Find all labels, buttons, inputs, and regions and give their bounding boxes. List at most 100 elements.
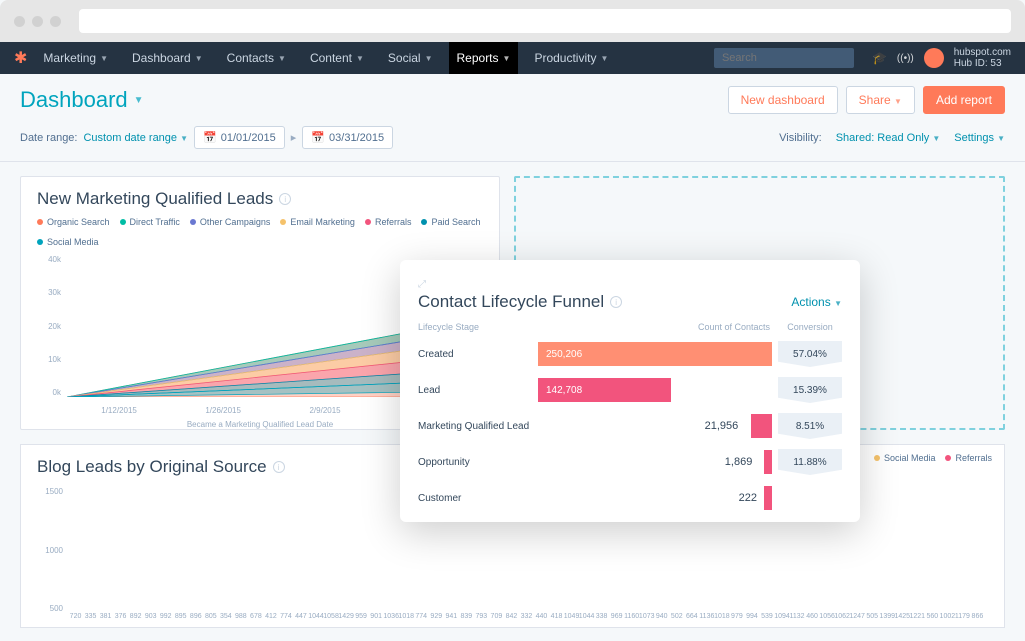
bar-value-label: 1132 xyxy=(789,613,804,620)
legend-dot-icon xyxy=(365,219,371,225)
bar-value-label: 988 xyxy=(235,613,247,620)
chevron-down-icon: ▼ xyxy=(600,54,608,63)
nav-item-productivity[interactable]: Productivity ▼ xyxy=(526,42,616,74)
bar-value-label: 1018 xyxy=(398,613,414,620)
account-switcher[interactable]: hubspot.com Hub ID: 53 xyxy=(954,47,1011,69)
y-tick: 1500 xyxy=(37,487,63,496)
url-bar[interactable] xyxy=(79,9,1011,33)
traffic-lights xyxy=(14,16,61,27)
y-tick: 30k xyxy=(37,288,61,297)
date-range-label: Date range: xyxy=(20,132,77,144)
y-axis: 40k30k20k10k0k xyxy=(37,255,61,397)
avatar[interactable] xyxy=(924,48,944,68)
page-title-dropdown[interactable]: Dashboard ▼ xyxy=(20,87,144,113)
share-button[interactable]: Share ▼ xyxy=(846,86,915,114)
legend-item[interactable]: Social Media xyxy=(874,453,936,463)
chevron-down-icon: ▼ xyxy=(503,54,511,63)
bar-value-label: 929 xyxy=(430,613,442,620)
legend-item[interactable]: Paid Search xyxy=(421,217,480,227)
bar-value-label: 940 xyxy=(656,613,668,620)
close-icon[interactable] xyxy=(14,16,25,27)
bar-value-label: 1062 xyxy=(834,613,850,620)
funnel-card[interactable]: ⤢ Contact Lifecycle Funnel i Actions ▼ L… xyxy=(400,260,860,522)
funnel-bar xyxy=(764,450,772,474)
nav-item-contacts[interactable]: Contacts ▼ xyxy=(219,42,294,74)
legend-item[interactable]: Organic Search xyxy=(37,217,110,227)
bar-value-label: 1136 xyxy=(699,613,714,620)
new-dashboard-button[interactable]: New dashboard xyxy=(728,86,838,114)
bar-value-label: 1179 xyxy=(955,613,970,620)
bar-value-label: 1002 xyxy=(940,613,956,620)
browser-chrome xyxy=(0,0,1025,42)
nav-item-content[interactable]: Content ▼ xyxy=(302,42,372,74)
calendar-icon: 📅 xyxy=(203,131,217,144)
filter-bar: Date range: Custom date range ▼ 📅 01/01/… xyxy=(0,122,1025,162)
funnel-bar-zone: 222 xyxy=(538,486,772,510)
date-to-value: 03/31/2015 xyxy=(329,132,384,144)
funnel-stage-label: Lead xyxy=(418,385,538,396)
account-name: hubspot.com xyxy=(954,47,1011,58)
bar-value-label: 892 xyxy=(130,613,142,620)
legend-item[interactable]: Social Media xyxy=(37,237,99,247)
bar-value-label: 354 xyxy=(220,613,232,620)
account-sub: Hub ID: 53 xyxy=(954,58,1011,69)
legend-dot-icon xyxy=(421,219,427,225)
funnel-stage-label: Marketing Qualified Lead xyxy=(418,421,538,432)
info-icon[interactable]: i xyxy=(279,193,291,205)
conversion-badge: 57.04% xyxy=(778,341,842,367)
legend-item[interactable]: Referrals xyxy=(945,453,992,463)
nav-brand-section[interactable]: Marketing ▼ xyxy=(35,42,116,74)
funnel-stage-label: Opportunity xyxy=(418,457,538,468)
funnel-row: Opportunity1,86911.88% xyxy=(418,444,842,480)
x-tick: 1/12/2015 xyxy=(101,406,137,415)
funnel-bar-zone: 250,206 xyxy=(538,342,772,366)
col-conv-header: Conversion xyxy=(778,322,842,332)
nav-brand-label: Marketing xyxy=(43,51,96,65)
legend-item[interactable]: Other Campaigns xyxy=(190,217,271,227)
info-icon[interactable]: i xyxy=(610,296,622,308)
academy-icon[interactable]: 🎓 xyxy=(872,51,887,65)
chevron-down-icon: ▼ xyxy=(134,95,144,106)
y-tick: 40k xyxy=(37,255,61,264)
bar-value-label: 460 xyxy=(806,613,818,620)
drag-handle-icon[interactable]: ⤢ xyxy=(418,279,426,290)
col-stage-header: Lifecycle Stage xyxy=(418,322,538,332)
visibility-dropdown[interactable]: Shared: Read Only ▼ xyxy=(836,132,941,144)
chevron-down-icon: ▼ xyxy=(278,54,286,63)
funnel-count: 21,956 xyxy=(705,414,747,438)
funnel-actions-dropdown[interactable]: Actions ▼ xyxy=(791,295,842,309)
nav-item-social[interactable]: Social ▼ xyxy=(380,42,441,74)
bar-value-label: 866 xyxy=(972,613,984,620)
bar-value-label: 895 xyxy=(175,613,187,620)
info-icon[interactable]: i xyxy=(273,461,285,473)
bar-value-label: 1073 xyxy=(639,613,655,620)
add-report-button[interactable]: Add report xyxy=(923,86,1005,114)
bar-value-label: 539 xyxy=(761,613,773,620)
page-title: Dashboard xyxy=(20,87,128,113)
date-range-dropdown[interactable]: Custom date range ▼ xyxy=(83,132,188,144)
bar-value-label: 979 xyxy=(731,613,743,620)
funnel-bar xyxy=(751,414,772,438)
funnel-bar-zone: 142,708 xyxy=(538,378,772,402)
legend-item[interactable]: Referrals xyxy=(365,217,412,227)
nav-item-reports[interactable]: Reports ▼ xyxy=(449,42,519,74)
legend-item[interactable]: Email Marketing xyxy=(280,217,355,227)
x-tick: 2/9/2015 xyxy=(309,406,340,415)
settings-dropdown[interactable]: Settings ▼ xyxy=(954,132,1005,144)
funnel-row: Customer222 xyxy=(418,480,842,516)
hubspot-logo-icon: ✱ xyxy=(14,48,27,68)
nav-item-dashboard[interactable]: Dashboard ▼ xyxy=(124,42,211,74)
date-to-input[interactable]: 📅 03/31/2015 xyxy=(302,126,393,149)
chevron-down-icon: ▼ xyxy=(356,54,364,63)
bar-value-label: 1160 xyxy=(624,613,639,620)
search-input[interactable] xyxy=(714,48,854,68)
broadcast-icon[interactable]: ((•)) xyxy=(897,53,914,64)
y-axis: 15001000500 xyxy=(37,487,63,613)
date-from-input[interactable]: 📅 01/01/2015 xyxy=(194,126,285,149)
bar-value-label: 901 xyxy=(370,613,382,620)
bar-value-label: 842 xyxy=(506,613,518,620)
maximize-icon[interactable] xyxy=(50,16,61,27)
minimize-icon[interactable] xyxy=(32,16,43,27)
chevron-down-icon: ▼ xyxy=(195,54,203,63)
legend-item[interactable]: Direct Traffic xyxy=(120,217,180,227)
